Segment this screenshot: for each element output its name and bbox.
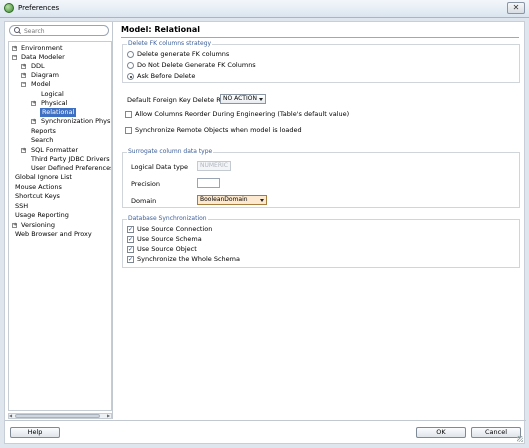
tree-item-label: Mouse Actions [15,183,62,191]
tree-item-label: Diagram [31,71,59,79]
expand-icon[interactable]: + [31,119,36,124]
footer-divider [5,420,526,421]
expand-icon[interactable]: + [21,64,26,69]
select-value: BooleanDomain [200,196,248,203]
search-icon [14,27,21,34]
allow-reorder-label: Allow Columns Reorder During Engineering… [135,110,350,118]
tree-item-label: Synchronization Physi [41,117,112,125]
collapse-icon[interactable]: − [12,55,17,60]
expand-icon[interactable]: + [21,148,26,153]
select-value: NO ACTION [223,95,257,102]
tree-item-label: DDL [31,62,45,70]
group-title: Database Synchronization [127,215,208,222]
tree-item-label: Shortcut Keys [15,192,60,200]
checkbox-label: Use Source Schema [137,235,202,243]
cancel-button[interactable]: Cancel [471,427,521,438]
tree-item-label: Global Ignore List [15,173,72,181]
radio-do-not-delete-fk[interactable] [127,62,134,69]
radio-delete-generate-fk[interactable] [127,51,134,58]
precision-label: Precision [131,180,161,188]
search-input[interactable] [24,27,104,35]
checkbox-label: Use Source Connection [137,225,213,233]
use-source-connection-checkbox[interactable]: ✓ [127,226,134,233]
help-button[interactable]: Help [10,427,60,438]
expand-icon[interactable]: + [21,73,26,78]
expand-icon[interactable]: + [31,101,36,106]
window-frame: + Environment − Data Modeler + DDL + Dia… [0,18,529,448]
title-divider [121,37,519,38]
tree-item-label: Data Modeler [21,53,65,61]
settings-panel: Model: Relational Delete FK columns stra… [117,22,525,419]
fk-delete-rule-label: Default Foreign Key Delete Rule: [127,96,233,104]
tree-item-label: Physical [41,99,68,107]
title-bar: Preferences ✕ [0,0,529,18]
tree-horizontal-scrollbar[interactable]: ◀ ▶ [8,413,112,419]
fk-delete-rule-select[interactable]: NO ACTION [220,94,266,104]
radio-label: Do Not Delete Generate FK Columns [137,61,256,69]
search-box[interactable] [9,25,109,36]
fk-strategy-group: Delete FK columns strategy Delete genera… [122,40,520,83]
use-source-object-checkbox[interactable]: ✓ [127,246,134,253]
tree-item-label: Model [31,80,51,88]
tree-item-label: SSH [15,202,29,210]
window-title: Preferences [18,4,60,12]
allow-reorder-checkbox[interactable] [125,111,132,118]
sync-remote-label: Synchronize Remote Objects when model is… [135,126,302,134]
checkbox-label: Use Source Object [137,245,197,253]
tree-item-label: User Defined Preferences [31,164,112,172]
tree-item-label: Web Browser and Proxy [15,230,92,238]
scroll-left-icon[interactable]: ◀ [9,414,13,418]
expand-icon[interactable]: + [12,223,17,228]
radio-ask-before-delete[interactable] [127,73,134,80]
expand-icon[interactable]: + [12,46,17,51]
scroll-right-icon[interactable]: ▶ [107,414,111,418]
close-button[interactable]: ✕ [507,2,525,14]
use-source-schema-checkbox[interactable]: ✓ [127,236,134,243]
surrogate-group: Surrogate column data type Logical Data … [122,148,520,208]
precision-field[interactable] [197,178,220,188]
group-title: Delete FK columns strategy [127,40,213,47]
dialog-client: + Environment − Data Modeler + DDL + Dia… [4,21,526,444]
radio-label: Ask Before Delete [137,72,196,80]
chevron-down-icon [260,199,264,202]
domain-select[interactable]: BooleanDomain [197,195,267,205]
page-title: Model: Relational [121,25,200,34]
tree-item-label: Relational [40,108,77,117]
domain-label: Domain [131,197,157,205]
left-panel: + Environment − Data Modeler + DDL + Dia… [5,22,113,419]
checkbox-label: Synchronize the Whole Schema [137,255,240,263]
group-title: Surrogate column data type [127,148,214,155]
ok-button[interactable]: OK [416,427,466,438]
app-icon [4,3,14,13]
tree-item-label: Versioning [21,221,55,229]
tree-item-label: Reports [31,127,56,135]
db-sync-group: Database Synchronization ✓ Use Source Co… [122,215,520,268]
resize-grip-icon[interactable] [517,436,523,442]
preferences-tree: + Environment − Data Modeler + DDL + Dia… [8,41,112,411]
logical-type-label: Logical Data type [131,163,188,171]
tree-item-label: SQL Formatter [31,146,79,154]
radio-label: Delete generate FK columns [137,50,230,58]
tree-item-label: Logical [41,90,64,98]
chevron-down-icon [259,98,263,101]
sync-whole-schema-checkbox[interactable]: ✓ [127,256,134,263]
tree-item-label: Usage Reporting [15,211,69,219]
tree-item-label: Third Party JDBC Drivers [31,155,110,163]
scrollbar-thumb[interactable] [15,414,100,418]
logical-type-field: NUMERIC [197,161,231,171]
sync-remote-checkbox[interactable] [125,127,132,134]
collapse-icon[interactable]: − [21,82,26,87]
tree-item-label: Search [31,136,54,144]
tree-item-label: Environment [21,44,63,52]
